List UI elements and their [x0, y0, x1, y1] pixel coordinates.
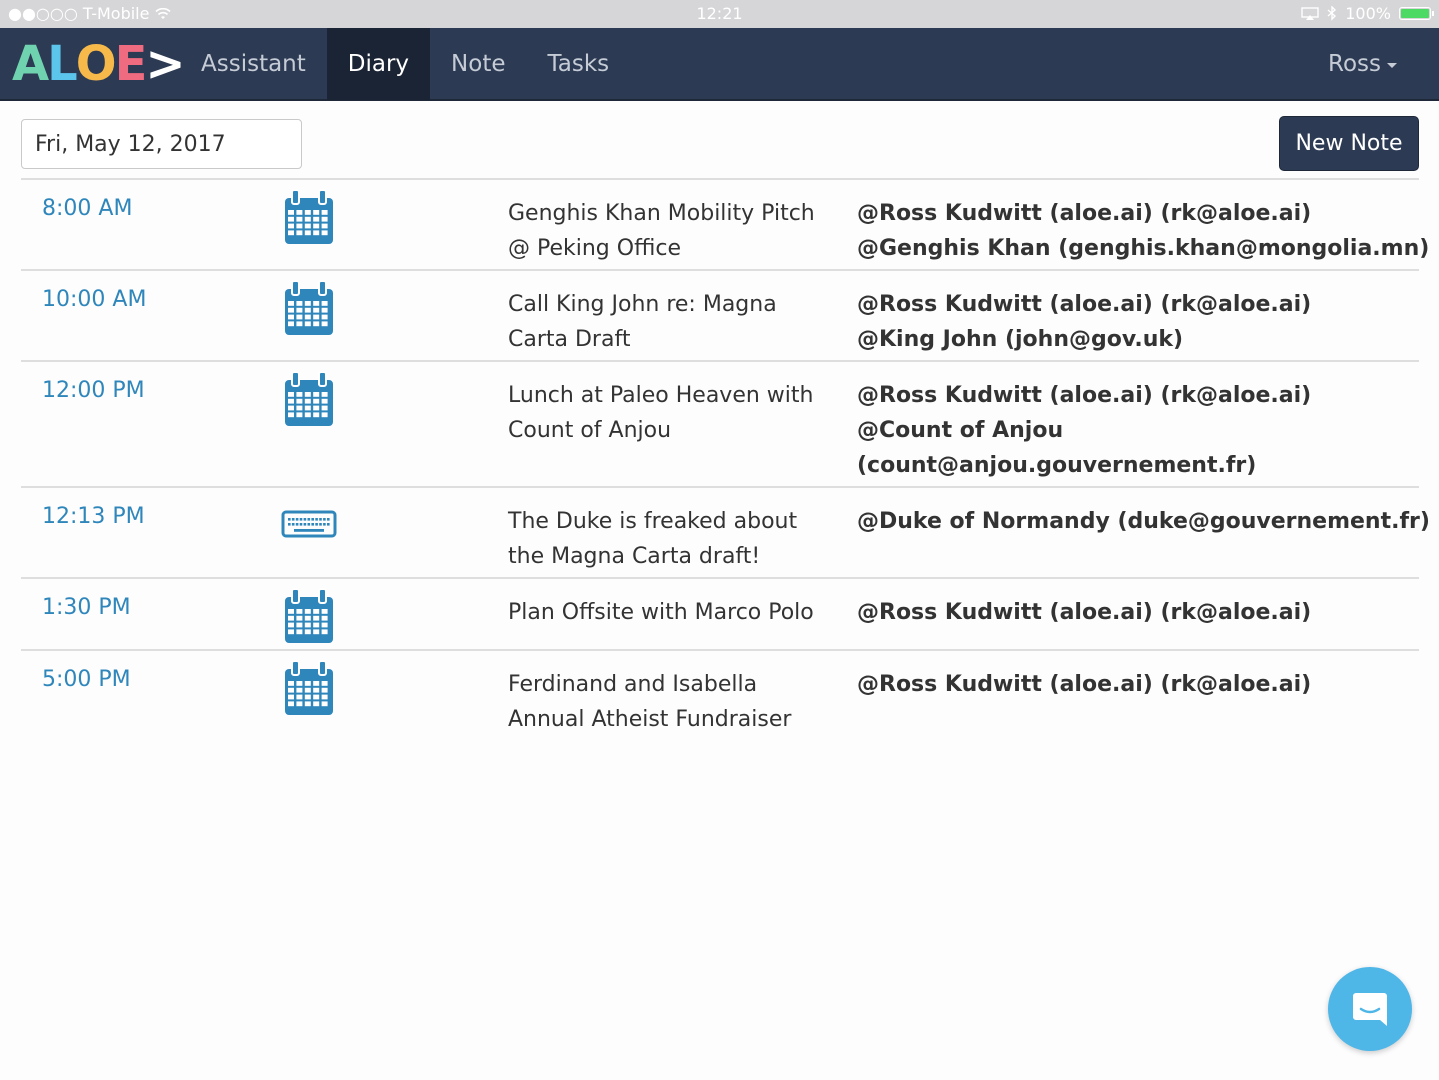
diary-row[interactable]: 12:13 PM The Duke is freaked about the M…	[21, 488, 1430, 579]
entry-time-link[interactable]: 1:30 PM	[42, 595, 131, 620]
nav-item-assistant[interactable]: Assistant	[180, 28, 327, 100]
diary-row[interactable]: 8:00 AM Genghis Khan Mobility Pitch @ Pe…	[21, 180, 1430, 271]
entry-title: The Duke is freaked about the Magna Cart…	[508, 509, 798, 569]
participant: (count@anjou.gouvernement.fr)	[857, 453, 1257, 478]
entry-time-link[interactable]: 5:00 PM	[42, 667, 131, 692]
entry-time-link[interactable]: 10:00 AM	[42, 287, 146, 312]
caret-down-icon	[1387, 63, 1397, 68]
entry-participants: @Ross Kudwitt (aloe.ai) (rk@aloe.ai)	[857, 595, 1397, 630]
battery-icon	[1399, 7, 1434, 20]
entry-participants: @Ross Kudwitt (aloe.ai) (rk@aloe.ai)	[857, 667, 1397, 702]
diary-table: 8:00 AM Genghis Khan Mobility Pitch @ Pe…	[21, 178, 1430, 742]
user-menu[interactable]: Ross	[1328, 28, 1397, 100]
bluetooth-icon	[1327, 6, 1337, 21]
participant: @King John (john@gov.uk)	[857, 327, 1184, 352]
entry-participants: @Ross Kudwitt (aloe.ai) (rk@aloe.ai) @Cou…	[857, 378, 1397, 483]
calendar-icon	[280, 370, 338, 432]
diary-row[interactable]: 12:00 PM Lunch at Paleo Heaven with Coun…	[21, 362, 1419, 488]
logo-letter: L	[47, 36, 78, 92]
calendar-icon	[280, 279, 338, 341]
new-note-button[interactable]: New Note	[1279, 116, 1419, 171]
participant: @Ross Kudwitt (aloe.ai) (rk@aloe.ai)	[857, 672, 1312, 697]
participant: @Ross Kudwitt (aloe.ai) (rk@aloe.ai)	[857, 600, 1312, 625]
entry-time-link[interactable]: 12:00 PM	[42, 378, 145, 403]
status-bar-time: 12:21	[696, 4, 743, 23]
diary-row[interactable]: 5:00 PM Ferdinand and Isabella Annual At…	[21, 651, 1419, 742]
calendar-icon	[280, 659, 338, 721]
entry-participants: @Ross Kudwitt (aloe.ai) (rk@aloe.ai) @Kin…	[857, 287, 1397, 357]
participant: @Ross Kudwitt (aloe.ai) (rk@aloe.ai)	[857, 292, 1312, 317]
participant: @Ross Kudwitt (aloe.ai) (rk@aloe.ai)	[857, 201, 1312, 226]
chat-launcher-button[interactable]	[1328, 967, 1412, 1051]
calendar-icon	[280, 188, 338, 250]
entry-title: Plan Offsite with Marco Polo	[508, 600, 814, 625]
participant: @Count of Anjou	[857, 418, 1064, 443]
nav-item-diary[interactable]: Diary	[326, 28, 431, 100]
entry-title: Genghis Khan Mobility Pitch @ Peking Off…	[508, 201, 815, 261]
keyboard-icon	[280, 496, 338, 558]
entry-title: Call King John re: Magna Carta Draft	[508, 292, 777, 352]
entry-title: Ferdinand and Isabella Annual Atheist Fu…	[508, 672, 792, 732]
participant: @Ross Kudwitt (aloe.ai) (rk@aloe.ai)	[857, 383, 1312, 408]
participant: @Genghis Khan (genghis.khan@mongolia.mn)	[857, 236, 1430, 261]
entry-participants: @Duke of Normandy (duke@gouvernement.fr)	[857, 504, 1430, 539]
calendar-icon	[280, 587, 338, 649]
entry-participants: @Ross Kudwitt (aloe.ai) (rk@aloe.ai) @Gen…	[857, 196, 1430, 266]
date-input[interactable]	[21, 119, 302, 169]
logo-letter: O	[75, 36, 117, 92]
nav-item-tasks[interactable]: Tasks	[527, 28, 631, 100]
entry-time-link[interactable]: 12:13 PM	[42, 504, 145, 529]
nav-item-note[interactable]: Note	[430, 28, 526, 100]
nav-tabs: Assistant Diary Note Tasks	[180, 28, 630, 100]
aloe-logo[interactable]: A L O E >	[12, 36, 186, 92]
entry-time-link[interactable]: 8:00 AM	[42, 196, 132, 221]
diary-row[interactable]: 1:30 PM Plan Offsite with Marco Polo @Ros…	[21, 579, 1419, 651]
logo-letter: A	[12, 36, 49, 92]
status-bar: ●●○○○ T-Mobile 12:21 100%	[0, 0, 1439, 28]
airplay-icon	[1301, 7, 1319, 20]
diary-row[interactable]: 10:00 AM Call King John re: Magna Carta …	[21, 271, 1419, 362]
entry-title: Lunch at Paleo Heaven with Count of Anjo…	[508, 383, 814, 443]
logo-letter: >	[145, 36, 185, 92]
navbar: A L O E > Assistant Diary Note Tasks Ross	[0, 28, 1439, 101]
status-bar-right: 100%	[1301, 4, 1434, 23]
user-name: Ross	[1328, 51, 1381, 77]
logo-letter: E	[114, 36, 148, 92]
chat-icon	[1353, 993, 1387, 1026]
participant: @Duke of Normandy (duke@gouvernement.fr)	[857, 509, 1430, 534]
battery-percent: 100%	[1345, 4, 1391, 23]
